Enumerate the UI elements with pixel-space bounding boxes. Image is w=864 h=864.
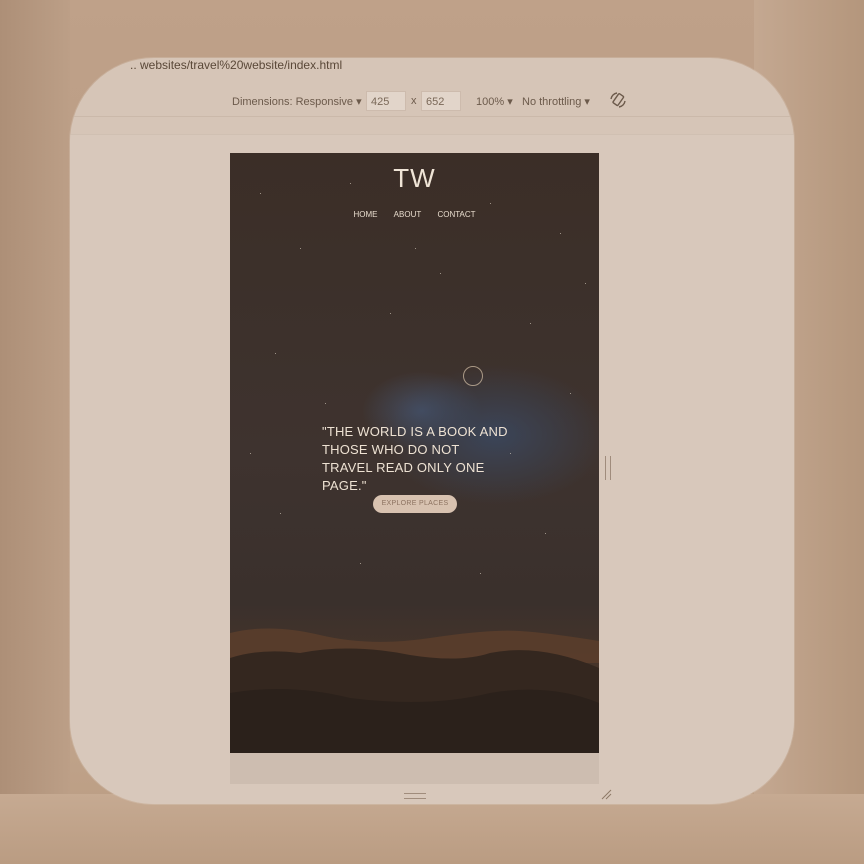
zoom-label: 100% bbox=[476, 96, 505, 108]
nav-contact[interactable]: CONTACT bbox=[437, 210, 475, 219]
resize-handle-right[interactable] bbox=[605, 456, 611, 480]
star bbox=[250, 453, 251, 454]
url-prefix: .. bbox=[130, 58, 141, 72]
site-nav: HOME ABOUT CONTACT bbox=[230, 210, 599, 219]
dimensions-dropdown[interactable]: Dimensions: Responsive ▾ bbox=[232, 95, 362, 108]
star bbox=[300, 248, 301, 249]
site-logo[interactable]: TW bbox=[230, 163, 599, 194]
device-toolbar: Dimensions: Responsive ▾ 425 x 652 100% … bbox=[70, 86, 794, 116]
mountains-silhouette bbox=[230, 628, 599, 753]
star bbox=[585, 283, 586, 284]
star bbox=[325, 403, 326, 404]
star bbox=[560, 233, 561, 234]
star bbox=[360, 563, 361, 564]
resize-corner-icon[interactable] bbox=[600, 788, 612, 800]
url-text: websites/travel%20website/index.html bbox=[140, 58, 343, 72]
star bbox=[490, 203, 491, 204]
resize-handle-bottom[interactable] bbox=[404, 793, 426, 799]
star bbox=[545, 533, 546, 534]
divider bbox=[70, 116, 794, 117]
throttling-label: No throttling bbox=[522, 96, 582, 108]
throttling-dropdown[interactable]: No throttling ▾ bbox=[522, 95, 590, 108]
chevron-down-icon: ▾ bbox=[584, 96, 590, 108]
divider bbox=[70, 134, 794, 135]
width-input[interactable]: 425 bbox=[366, 91, 406, 111]
dimensions-label: Dimensions: Responsive bbox=[232, 96, 354, 108]
star bbox=[390, 313, 391, 314]
background-blur-bottom bbox=[0, 794, 864, 864]
hero-quote: "THE WORLD IS A BOOK AND THOSE WHO DO NO… bbox=[322, 424, 508, 493]
viewport-bottom-margin bbox=[230, 753, 599, 784]
cursor-ring-icon bbox=[463, 366, 483, 386]
rotate-icon[interactable] bbox=[608, 90, 628, 113]
website-preview: TW HOME ABOUT CONTACT "THE WORLD IS A BO… bbox=[230, 153, 599, 753]
star bbox=[440, 273, 441, 274]
star bbox=[480, 573, 481, 574]
height-input[interactable]: 652 bbox=[421, 91, 461, 111]
zoom-dropdown[interactable]: 100% ▾ bbox=[476, 95, 513, 108]
background-blur-left bbox=[0, 0, 70, 864]
star bbox=[280, 513, 281, 514]
times-separator: x bbox=[411, 95, 417, 107]
chevron-down-icon: ▾ bbox=[356, 96, 362, 108]
star bbox=[530, 323, 531, 324]
star bbox=[415, 248, 416, 249]
nav-about[interactable]: ABOUT bbox=[394, 210, 422, 219]
explore-places-button[interactable]: EXPLORE PLACES bbox=[373, 495, 457, 513]
star bbox=[275, 353, 276, 354]
chevron-down-icon: ▾ bbox=[507, 96, 513, 108]
address-bar-url[interactable]: .. websites/travel%20website/index.html bbox=[130, 58, 342, 72]
star bbox=[570, 393, 571, 394]
nav-home[interactable]: HOME bbox=[353, 210, 377, 219]
